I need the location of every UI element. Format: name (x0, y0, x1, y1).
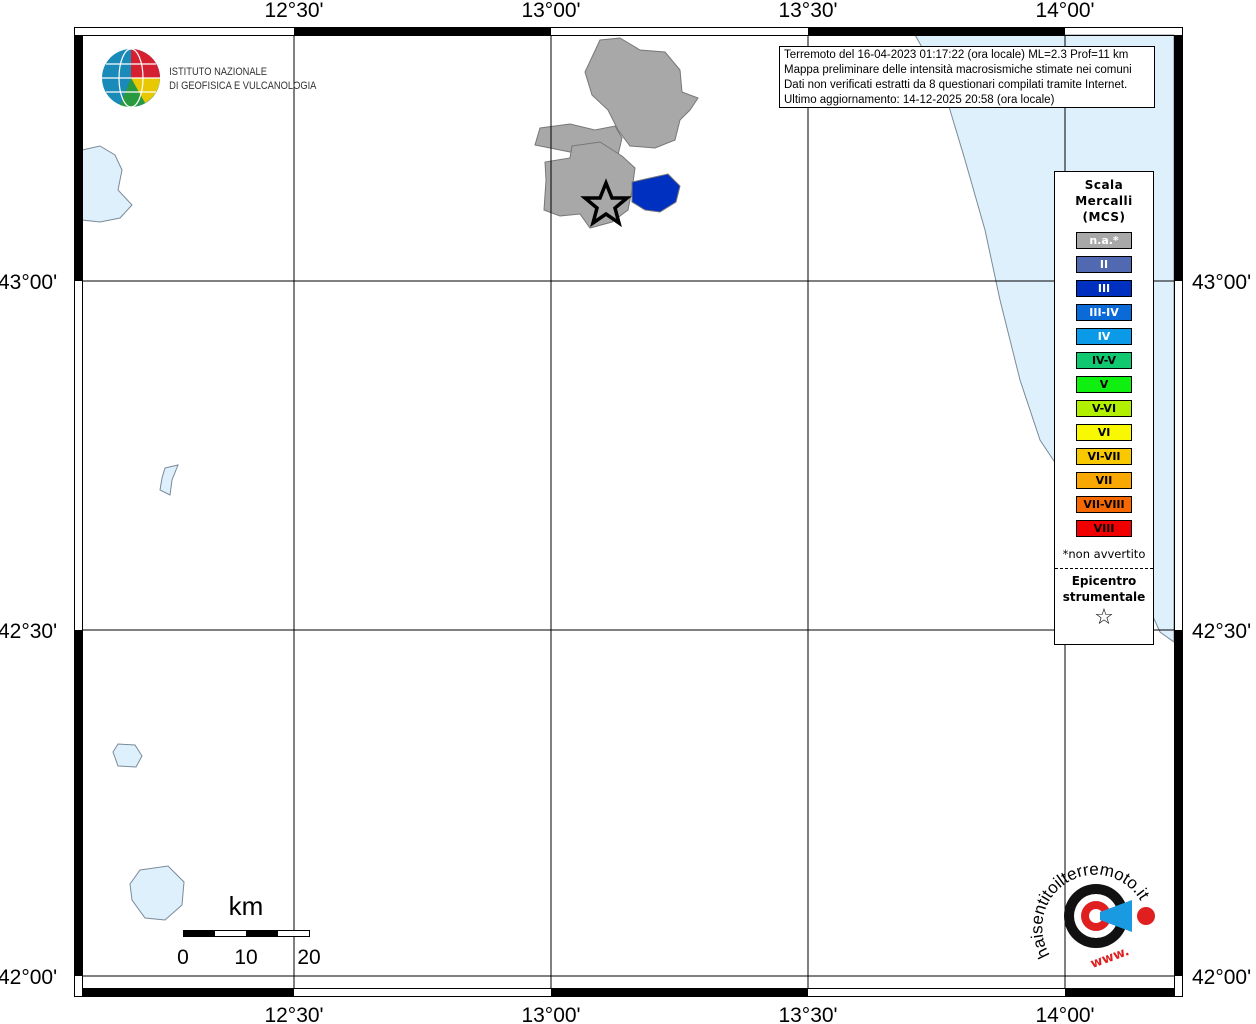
epicenter-star-icon: ☆ (1094, 605, 1114, 630)
lon-label: 14°00' (1035, 0, 1094, 22)
lake (159, 464, 179, 496)
lon-label: 12°30' (264, 1004, 323, 1024)
lat-label: 43°00' (1192, 271, 1251, 294)
legend-divider (1055, 568, 1153, 569)
legend-swatch: IV-V (1076, 352, 1132, 369)
legend-title-line: Scala (1084, 178, 1124, 192)
lat-label: 42°30' (1192, 620, 1251, 643)
legend-swatch: III-IV (1076, 304, 1132, 321)
legend-swatch: II (1076, 256, 1132, 273)
lon-label: 14°00' (1035, 1004, 1094, 1024)
lat-label: 42°30' (0, 620, 57, 643)
epicenter-label: Epicentro strumentale (1055, 573, 1153, 605)
legend-swatch: VII (1076, 472, 1132, 489)
legend-note: *non avvertito (1062, 547, 1146, 561)
scale-tick: 10 (234, 946, 257, 969)
scale-bar: km 0 10 20 (177, 891, 321, 969)
epicenter-label-line: Epicentro (1071, 574, 1137, 588)
legend-swatch: IV (1076, 328, 1132, 345)
municipality-na[interactable] (543, 141, 636, 229)
longitude-labels-top: 12°30' 13°00' 13°30' 14°00' (264, 0, 1094, 22)
legend-swatch: VI (1076, 424, 1132, 441)
legend-swatch: V (1076, 376, 1132, 393)
legend-swatch: n.a.* (1076, 232, 1132, 249)
latitude-labels-right: 43°00' 42°30' 42°00' (1192, 271, 1251, 989)
longitude-labels-bottom: 12°30' 13°00' 13°30' 14°00' (264, 1004, 1094, 1024)
epicenter-label-line: strumentale (1062, 590, 1146, 604)
scale-tick: 20 (297, 946, 320, 969)
event-info-box: Terremoto del 16-04-2023 01:17:22 (ora l… (779, 46, 1155, 108)
lake (112, 743, 143, 768)
lat-label: 42°00' (0, 966, 57, 989)
lon-label: 13°30' (778, 1004, 837, 1024)
logo-line2: DI GEOFISICA E VULCANOLOGIA (169, 80, 316, 92)
info-line: Mappa preliminare delle intensità macros… (784, 64, 1132, 76)
info-line: Ultimo aggiornamento: 14-12-2025 20:58 (… (784, 94, 1055, 106)
haisentito-logo: haisentitoilterremoto.it www. (1027, 860, 1155, 972)
legend-title-line: (MCS) (1082, 210, 1126, 224)
lon-label: 13°30' (778, 0, 837, 22)
scale-unit: km (229, 891, 264, 921)
latitude-labels-left: 43°00' 42°30' 42°00' (0, 271, 57, 989)
legend-title-line: Mercalli (1075, 194, 1133, 208)
lake-trasimeno (81, 145, 133, 223)
site-logo-www: www. (1089, 944, 1132, 972)
lake (129, 865, 185, 921)
legend-swatch: VI-VII (1076, 448, 1132, 465)
lat-label: 43°00' (0, 271, 57, 294)
legend-swatch: VIII (1076, 520, 1132, 537)
legend-title: Scala Mercalli (MCS) (1055, 177, 1153, 225)
logo-line1: ISTITUTO NAZIONALE (169, 66, 267, 78)
legend-swatches: n.a.* II III III-IV IV IV-V V V-VI VI VI-VII VII VI… (1055, 232, 1153, 537)
lon-label: 13°00' (521, 0, 580, 22)
info-line: Terremoto del 16-04-2023 01:17:22 (ora l… (784, 49, 1129, 61)
lon-label: 13°00' (521, 1004, 580, 1024)
municipality-III[interactable] (631, 173, 681, 213)
lat-label: 42°00' (1192, 966, 1251, 989)
mcs-legend: Scala Mercalli (MCS) n.a.* II III III-IV IV I… (1054, 171, 1154, 645)
legend-swatch: VII-VIII (1076, 496, 1132, 513)
legend-swatch: III (1076, 280, 1132, 297)
info-line: Dati non verificati estratti da 8 questi… (784, 79, 1128, 91)
lon-label: 12°30' (264, 0, 323, 22)
ingv-logo: ISTITUTO NAZIONALE DI GEOFISICA E VULCAN… (102, 48, 317, 108)
scale-tick: 0 (177, 946, 189, 969)
legend-swatch: V-VI (1076, 400, 1132, 417)
